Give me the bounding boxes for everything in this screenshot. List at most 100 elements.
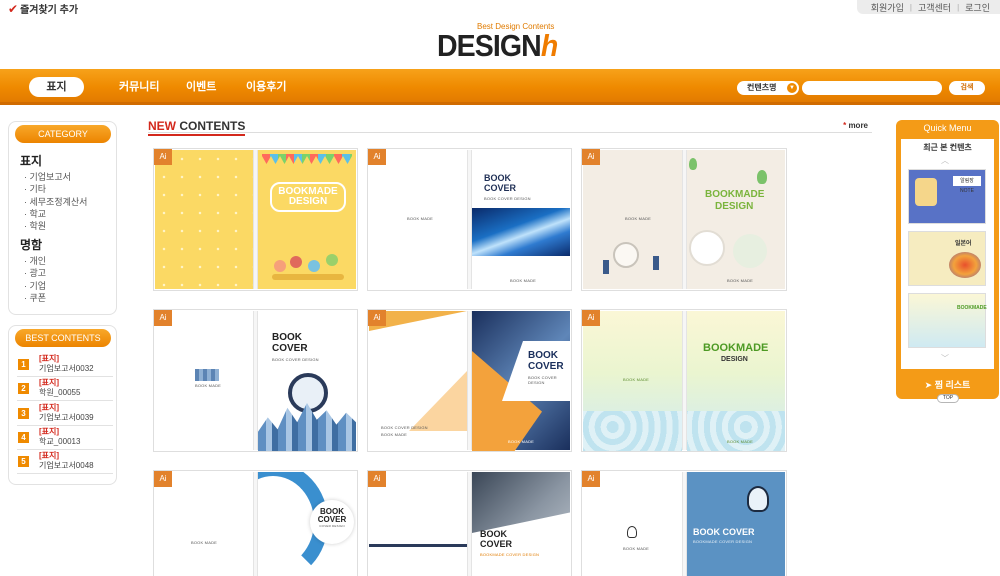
scroll-down-icon[interactable]: ﹀: [941, 353, 949, 364]
tab-reviews[interactable]: 이용후기: [246, 77, 286, 97]
cover-subtitle: BOOKMADE COVER DESIGN: [693, 539, 753, 544]
content-card[interactable]: Ai BOOK MADE BOOKMADE DESIGN BOOK MADE: [581, 309, 787, 452]
search-button[interactable]: 검색: [949, 81, 985, 95]
category-group-title[interactable]: 명함: [20, 236, 46, 253]
more-link[interactable]: * more: [843, 121, 868, 130]
content-card[interactable]: Ai BOOK MADE BOOK COVER BOOK COVER DESIG…: [367, 148, 572, 291]
category-item[interactable]: · 학교: [20, 208, 87, 220]
content-card[interactable]: Ai BOOK MADE BOOK COVER BOOK COVER DESIG…: [153, 309, 358, 452]
cover-title-line: COVER: [317, 515, 347, 524]
cover-back: BOOK MADE: [369, 150, 467, 289]
wishlist-link[interactable]: ➤ 찜 리스트: [896, 378, 999, 391]
category-item[interactable]: · 학원: [20, 220, 87, 232]
cover-front: BOOKMADE DESIGN BOOK MADE: [687, 150, 785, 289]
add-favorite-label: 즐겨찾기 추가: [20, 5, 79, 16]
search-type-select[interactable]: 컨텐츠명 ▼: [737, 81, 799, 95]
kids-illustration: [272, 250, 344, 282]
tab-cover[interactable]: 표지: [29, 77, 84, 97]
wave-graphic: [687, 411, 785, 451]
cover-title-line: DESIGN: [715, 201, 754, 212]
cover-back-label: BOOK MADE: [381, 432, 408, 437]
category-group-title[interactable]: 표지: [20, 152, 87, 169]
category-item[interactable]: · 기업보고서: [20, 171, 87, 183]
back-to-top-button[interactable]: TOP: [937, 394, 959, 403]
best-item[interactable]: 5 [표지] 기업보고서0048: [17, 450, 113, 474]
rank-badge: 2: [18, 383, 29, 394]
ai-file-badge: Ai: [582, 310, 600, 326]
cover-title-line: BOOK: [484, 173, 511, 183]
cover-back: [155, 150, 253, 289]
tab-event[interactable]: 이벤트: [186, 77, 216, 97]
wishlist-label: 찜 리스트: [934, 380, 971, 390]
customer-center-link[interactable]: 고객센터: [918, 1, 951, 14]
wave-graphic: [583, 411, 682, 451]
best-item[interactable]: 2 [표지] 학원_00055: [17, 377, 113, 401]
category-item[interactable]: · 쿠폰: [20, 292, 46, 304]
category-item[interactable]: · 개인: [20, 255, 46, 267]
content-card[interactable]: Ai BOOK MADE BOOKMADE DESIGN BOOK MADE: [581, 148, 787, 291]
cover-front: BOOKMADE DESIGN BOOK MADE: [687, 311, 785, 451]
cover-front: BOOK COVER BOOK COVER DESIGN: [258, 311, 356, 451]
category-item[interactable]: · 광고: [20, 267, 46, 279]
cover-subtitle: COVER DESIGN: [319, 524, 345, 528]
category-item[interactable]: · 세무조정계산서: [20, 196, 87, 208]
thumbnail-label: 일본어: [955, 241, 972, 247]
content-card[interactable]: Ai BOOKMADE DESIGN: [153, 148, 358, 291]
ai-file-badge: Ai: [368, 471, 386, 487]
recent-thumbnail[interactable]: 일본어: [908, 231, 986, 286]
content-card[interactable]: Ai BOOK COVER BOOKMADE COVER DESIGN: [367, 470, 572, 576]
cover-back: BOOK COVER DESIGN BOOK MADE: [369, 311, 467, 450]
cover-title-line: BOOK: [272, 332, 302, 343]
best-item[interactable]: 1 [표지] 기업보고서0032: [17, 353, 113, 377]
recent-contents-panel: 최근 본 컨텐츠 ︿ 알림장 NOTE 일본어 BOOKMADE ﹀: [901, 139, 994, 369]
cover-footer: BOOK MADE: [508, 439, 535, 444]
chevron-down-icon: ▼: [787, 83, 797, 93]
ai-file-badge: Ai: [582, 471, 600, 487]
main-nav: 표지 커뮤니티 이벤트 이용후기 컨텐츠명 ▼ 검색: [0, 69, 1000, 105]
cover-title-line: BOOKMADE: [703, 342, 769, 354]
category-item[interactable]: · 기업: [20, 280, 46, 292]
cover-front: BOOK COVER BOOK COVER DESIGN BOOK MADE: [472, 311, 571, 451]
recent-thumbnail[interactable]: BOOKMADE: [908, 293, 987, 348]
content-card[interactable]: Ai BOOK MADE BOOK COVER BOOKMADE COVER D…: [581, 470, 787, 576]
scroll-up-icon[interactable]: ︿: [941, 155, 949, 166]
best-item[interactable]: 3 [표지] 기업보고서0039: [17, 402, 113, 426]
best-item[interactable]: 4 [표지] 학교_00013: [17, 426, 113, 450]
add-favorite-link[interactable]: ✔ 즐겨찾기 추가: [8, 1, 79, 17]
ai-file-badge: Ai: [368, 310, 386, 326]
tab-community[interactable]: 커뮤니티: [119, 77, 159, 97]
best-contents-title: BEST CONTENTS: [15, 329, 111, 347]
cover-subtitle: BOOK COVER DESIGN: [484, 196, 531, 201]
category-item[interactable]: · 기타: [20, 183, 87, 195]
cover-footer: BOOK MADE: [727, 278, 754, 283]
cover-subtitle: BOOK COVER DESIGN: [528, 375, 557, 385]
cover-back-label: BOOK MADE: [195, 383, 222, 388]
ai-file-badge: Ai: [582, 149, 600, 165]
search-input[interactable]: [802, 81, 942, 95]
ai-file-badge: Ai: [154, 149, 172, 165]
thumbnail-label: BOOKMADE: [957, 305, 987, 311]
cover-title-line: COVER: [272, 343, 308, 354]
cover-subtitle: BOOKMADE COVER DESIGN: [480, 552, 540, 557]
best-contents-box: BEST CONTENTS 1 [표지] 기업보고서0032 2 [표지] 학원…: [8, 325, 117, 485]
login-link[interactable]: 로그인: [965, 1, 990, 14]
cover-title-line: BOOK: [480, 529, 507, 539]
content-card[interactable]: Ai BOOK COVER DESIGN BOOK MADE BOOK COVE…: [367, 309, 572, 452]
globe-illustration: [613, 242, 639, 268]
cover-back-label: BOOK MADE: [623, 377, 650, 382]
cover-back: BOOK MADE: [155, 311, 253, 450]
tree-illustration: [689, 158, 697, 170]
utility-links: 회원가입 | 고객센터 | 로그인: [856, 0, 1000, 14]
site-logo[interactable]: Best Design Contents DESIGNh: [437, 22, 567, 63]
cover-front: BOOK COVER COVER DESIGN: [258, 472, 356, 576]
best-item-name: 기업보고서0032: [39, 364, 94, 373]
content-card[interactable]: Ai BOOK MADE BOOK COVER COVER DESIGN: [153, 470, 358, 576]
signup-link[interactable]: 회원가입: [871, 1, 904, 14]
cover-title-line: COVER: [480, 539, 513, 549]
cover-title-line: COVER: [528, 361, 564, 372]
ai-file-badge: Ai: [154, 471, 172, 487]
cover-back-label: BOOK MADE: [623, 546, 650, 551]
cover-front: BOOK COVER BOOK COVER DESIGN BOOK MADE: [472, 150, 570, 289]
recent-thumbnail[interactable]: 알림장 NOTE: [908, 169, 986, 224]
thumbnail-illustration: [915, 178, 937, 206]
